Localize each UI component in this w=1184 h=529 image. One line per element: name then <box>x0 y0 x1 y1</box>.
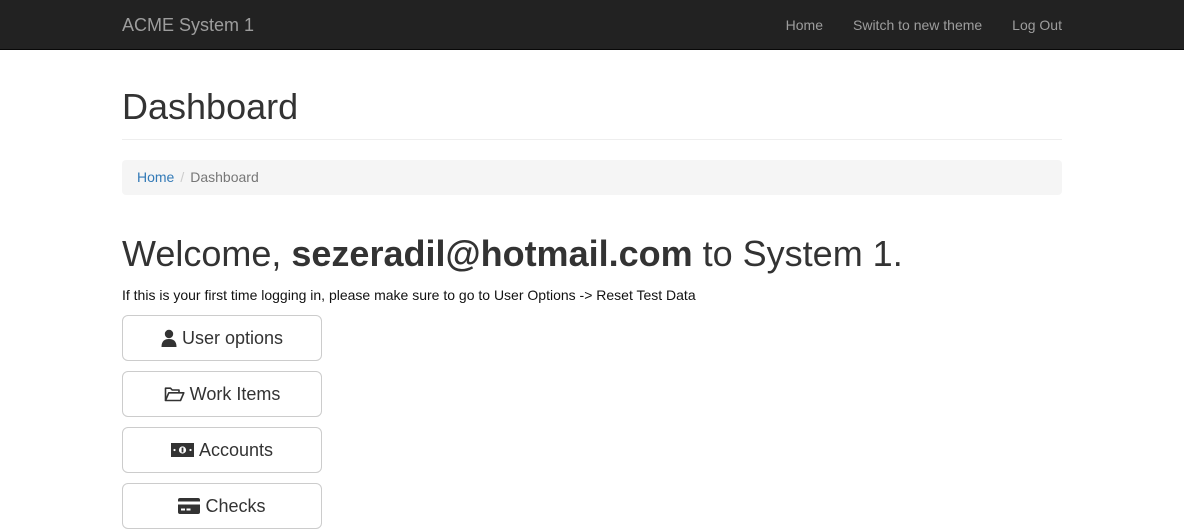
main-container: Dashboard Home / Dashboard Welcome, sezera… <box>122 50 1062 529</box>
first-login-hint: If this is your first time logging in, p… <box>122 287 696 303</box>
welcome-suffix: to System 1. <box>692 233 903 274</box>
welcome-username: sezeradil@hotmail.com <box>291 233 693 274</box>
nav-logout-link[interactable]: Log Out <box>997 0 1077 50</box>
breadcrumb-separator: / <box>180 169 185 185</box>
breadcrumb-home-link[interactable]: Home <box>137 169 174 185</box>
accounts-label: Accounts <box>198 439 274 460</box>
welcome-heading: Welcome, sezeradil@hotmail.com to System… <box>122 234 903 274</box>
page-title: Dashboard <box>122 86 299 127</box>
nav-home-link[interactable]: Home <box>771 0 838 50</box>
credit-card-icon <box>178 498 201 514</box>
user-icon <box>161 329 177 347</box>
user-options-label: User options <box>181 327 284 348</box>
brand-link[interactable]: ACME System 1 <box>122 0 254 50</box>
work-items-label: Work Items <box>189 383 281 404</box>
breadcrumb: Home / Dashboard <box>122 160 1062 195</box>
nav-links: Home Switch to new theme Log Out <box>771 0 1077 50</box>
work-items-button[interactable]: Work Items <box>122 371 322 417</box>
checks-button[interactable]: Checks <box>122 483 322 529</box>
welcome-prefix: Welcome, <box>122 233 292 274</box>
user-options-button[interactable]: User options <box>122 315 322 361</box>
accounts-button[interactable]: Accounts <box>122 427 322 473</box>
money-icon <box>170 443 194 457</box>
breadcrumb-current: Dashboard <box>190 169 259 185</box>
page-header: Dashboard <box>122 86 1062 140</box>
top-navbar: ACME System 1 Home Switch to new theme L… <box>0 0 1184 50</box>
nav-switch-theme-link[interactable]: Switch to new theme <box>838 0 997 50</box>
folder-open-icon <box>164 386 185 402</box>
checks-label: Checks <box>205 495 266 516</box>
